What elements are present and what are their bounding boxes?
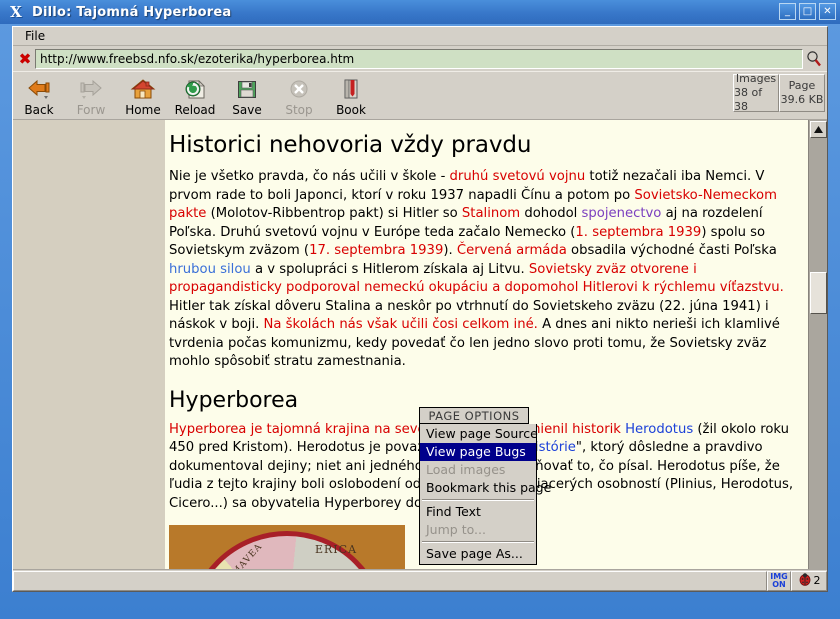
page-canvas: Historici nehovoria vždy pravdu Nie je v…: [13, 120, 808, 590]
images-status-value: 38 of 38: [734, 86, 763, 113]
paragraph-one: Nie je všetko pravda, čo nás učili v ško…: [169, 168, 794, 372]
text-run: 1. septembra 1939: [575, 224, 702, 240]
bookmark-button[interactable]: Book: [325, 74, 377, 117]
back-button-label: Back: [24, 103, 54, 117]
home-button[interactable]: Home: [117, 74, 169, 117]
context-menu-tearoff[interactable]: PAGE OPTIONS: [419, 407, 529, 424]
toolbar-status-group: Images 38 of 38 Page 39.6 KB: [733, 72, 825, 113]
home-button-label: Home: [125, 103, 161, 117]
text-run: a v spolupráci s Hitlerom získala aj Lit…: [250, 261, 529, 277]
page-title: Historici nehovoria vždy pravdu: [169, 132, 532, 158]
url-input[interactable]: http://www.freebsd.nfo.sk/ezoterika/hype…: [35, 48, 803, 69]
close-button[interactable]: ✕: [819, 3, 836, 20]
images-on-line2: ON: [772, 579, 786, 589]
menu-item-view-page-source[interactable]: View page Source: [420, 425, 538, 443]
text-run: ).: [443, 243, 457, 258]
text-run: Na školách nás však učili čosi celkom in…: [263, 317, 538, 332]
text-run: obsadila východné časti Poľska: [566, 243, 777, 258]
menu-bar: File: [13, 27, 827, 46]
text-run: Stalinom: [461, 206, 521, 221]
reload-icon: [182, 76, 208, 102]
reload-button[interactable]: Reload: [169, 74, 221, 117]
url-text: http://www.freebsd.nfo.sk/ezoterika/hype…: [40, 51, 355, 66]
status-message: [13, 570, 767, 591]
menu-item-view-page-bugs[interactable]: View page Bugs: [420, 443, 536, 461]
text-run: Červená armáda: [456, 243, 567, 258]
stop-button[interactable]: Stop: [273, 74, 325, 117]
menu-separator-2: [422, 541, 534, 543]
text-run[interactable]: spojenectvo: [582, 206, 662, 221]
client-area: File ✖ http://www.freebsd.nfo.sk/ezoteri…: [12, 26, 828, 592]
save-button-label: Save: [232, 103, 262, 117]
stop-circle-icon: [286, 76, 312, 102]
x-logo-icon: X: [10, 3, 22, 21]
forward-button[interactable]: Forw: [65, 74, 117, 117]
menu-separator-1: [422, 499, 534, 501]
bookmark-book-icon: [338, 76, 364, 102]
text-run: druhú svetovú vojnu: [449, 169, 586, 184]
text-run: (Molotov-Ribbentrop pakt) si Hitler so: [206, 206, 462, 221]
context-menu-tearoff-label: PAGE OPTIONS: [428, 408, 520, 423]
map-label-erica: ERICA: [315, 543, 358, 556]
reload-button-label: Reload: [174, 103, 216, 117]
text-run: dohodol: [520, 206, 582, 221]
window-controls: _ □ ✕: [779, 3, 836, 20]
forward-button-label: Forw: [76, 103, 106, 117]
vertical-scrollbar[interactable]: [808, 120, 827, 590]
maximize-button[interactable]: □: [799, 3, 816, 20]
red-x-icon[interactable]: ✖: [15, 48, 35, 69]
text-run[interactable]: hrubou silou: [169, 262, 251, 277]
menu-file-label: File: [25, 29, 46, 43]
ladybug-icon: [798, 572, 812, 589]
save-button[interactable]: Save: [221, 74, 273, 117]
text-run: Hyperborea je tajomná krajina na severe,…: [169, 421, 626, 437]
floppy-disk-icon: [234, 76, 260, 102]
back-arrow-icon: [26, 76, 52, 102]
minimize-button[interactable]: _: [779, 3, 796, 20]
title-bar: X Dillo: Tajomná Hyperborea _ □ ✕: [0, 0, 840, 24]
status-bar: IMG ON 2: [13, 569, 827, 591]
window-title: Dillo: Tajomná Hyperborea: [32, 4, 232, 20]
menu-item-jump-to: Jump to...: [426, 522, 486, 537]
menu-item-find-text[interactable]: Find Text: [420, 503, 536, 521]
browser-window: X Dillo: Tajomná Hyperborea _ □ ✕ File ✖…: [0, 0, 840, 619]
menu-item-save-page-as[interactable]: Save page As...: [420, 545, 536, 563]
bug-indicator[interactable]: 2: [791, 570, 827, 591]
page-viewport: Historici nehovoria vždy pravdu Nie je v…: [13, 119, 827, 590]
page-options-context-menu: View page Source View page Bugs Load ima…: [419, 424, 551, 565]
images-status-title: Images: [735, 72, 777, 85]
text-run[interactable]: Herodotus: [625, 422, 693, 437]
page-size-status: Page 39.6 KB: [779, 74, 825, 112]
house-icon: [130, 76, 156, 102]
text-run: 17. septembra 1939: [309, 243, 444, 258]
menu-item-bookmark-this-page[interactable]: Bookmark this page: [420, 479, 551, 497]
bookmark-button-label: Book: [336, 103, 366, 117]
toolbar: Back Forw Home Reload Save Stop Book Ima…: [13, 71, 827, 119]
scrollbar-thumb[interactable]: [810, 272, 827, 314]
url-bar-row: ✖ http://www.freebsd.nfo.sk/ezoterika/hy…: [13, 46, 827, 71]
forward-arrow-icon: [78, 76, 104, 102]
menu-item-load-images: Load images: [426, 462, 506, 477]
page-size-title: Page: [788, 79, 816, 92]
images-on-indicator[interactable]: IMG ON: [767, 570, 791, 591]
page-size-value: 39.6 KB: [780, 93, 824, 106]
bug-count: 2: [813, 574, 821, 587]
scroll-up-button[interactable]: [810, 121, 827, 138]
images-status: Images 38 of 38: [733, 72, 779, 113]
magnifier-icon[interactable]: [803, 48, 825, 70]
text-run: Nie je všetko pravda, čo nás učili v ško…: [169, 169, 450, 184]
stop-button-label: Stop: [285, 103, 313, 117]
menu-file[interactable]: File: [21, 28, 49, 44]
back-button[interactable]: Back: [13, 74, 65, 117]
